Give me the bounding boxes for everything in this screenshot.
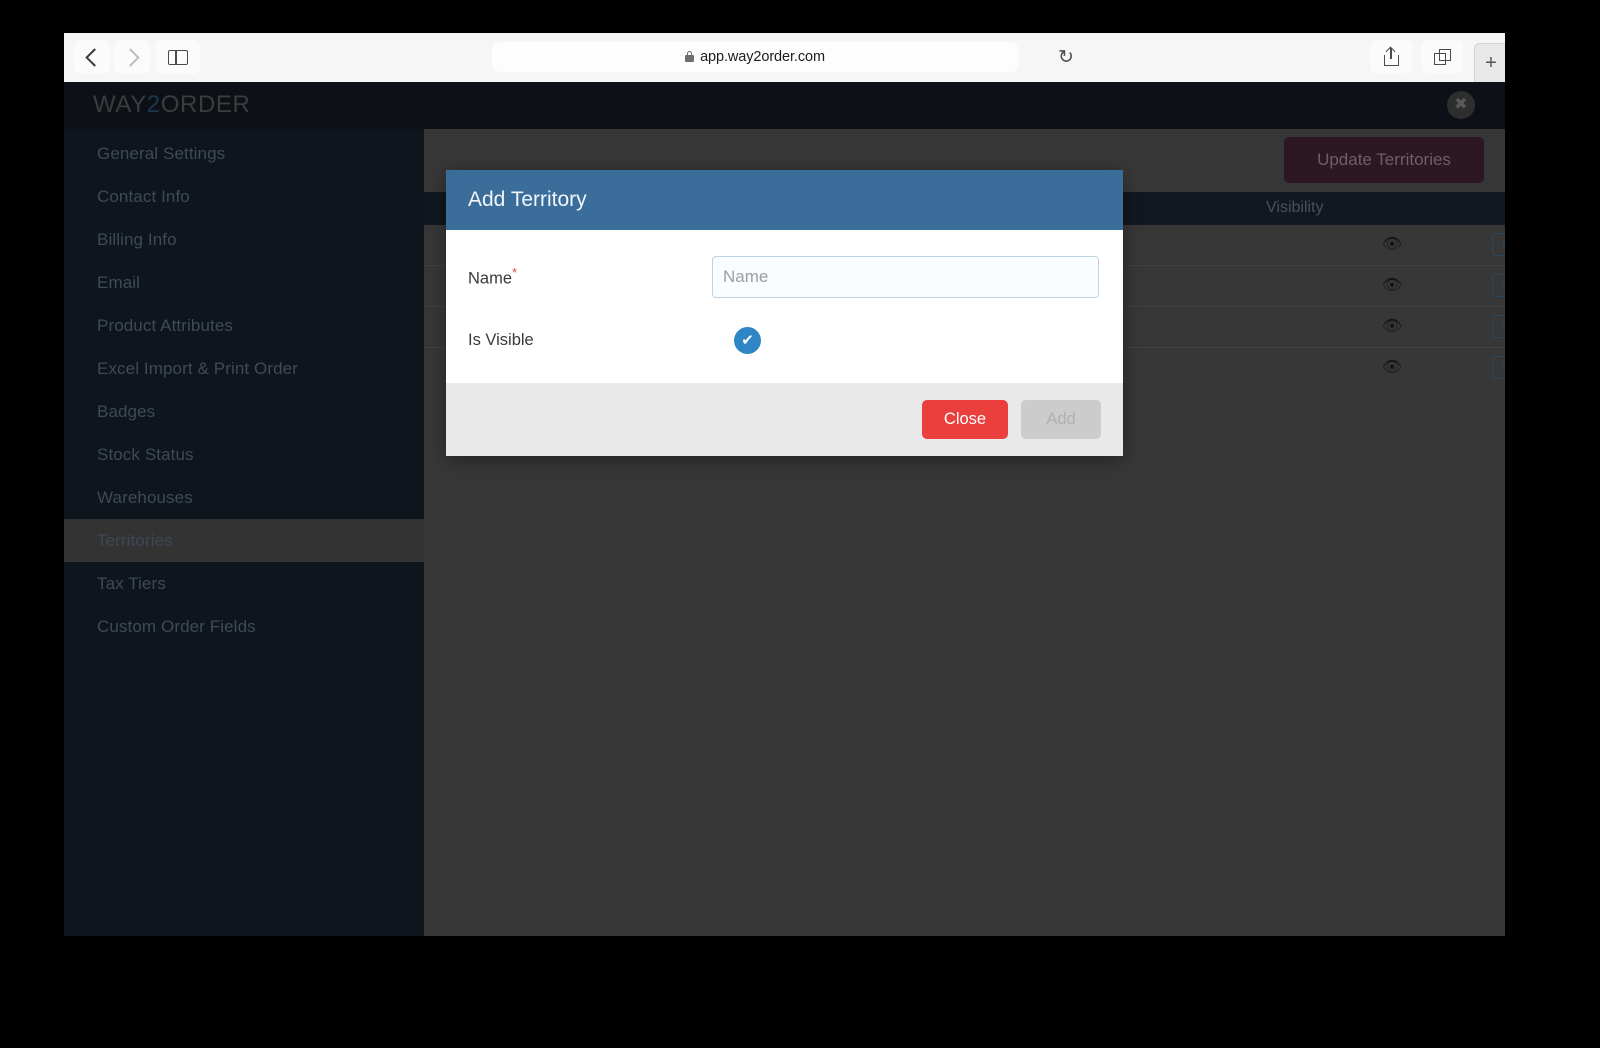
sidebar-item-product-attributes[interactable]: Product Attributes <box>64 304 424 347</box>
logo-suffix: ORDER <box>160 91 251 118</box>
back-button[interactable] <box>74 40 110 74</box>
sidebar-item-excel-import[interactable]: Excel Import & Print Order <box>64 347 424 390</box>
sidebar-item-territories[interactable]: Territories <box>64 519 424 562</box>
sidebar-item-label: Warehouses <box>97 487 193 507</box>
dialog-body: Name* Is Visible ✔ <box>446 230 1123 383</box>
browser-toolbar: app.way2order.com ↻ + <box>64 33 1505 83</box>
update-territories-button[interactable]: Update Territories <box>1284 137 1484 183</box>
sidebar-item-label: Custom Order Fields <box>97 616 256 636</box>
sidebar-item-custom-order-fields[interactable]: Custom Order Fields <box>64 605 424 648</box>
sidebar-item-warehouses[interactable]: Warehouses <box>64 476 424 519</box>
sidebar-item-contact-info[interactable]: Contact Info <box>64 175 424 218</box>
screen-root: app.way2order.com ↻ + WAY2ORDER ✖ Genera… <box>0 0 1600 1048</box>
sidebar-item-tax-tiers[interactable]: Tax Tiers <box>64 562 424 605</box>
logo-accent: 2 <box>146 91 161 118</box>
visibility-eye-icon[interactable]: 👁 <box>1381 360 1403 376</box>
plus-icon: + <box>1485 52 1497 74</box>
address-bar[interactable]: app.way2order.com <box>492 42 1018 72</box>
update-territories-label: Update Territories <box>1317 150 1451 169</box>
tab-overview-icon <box>1433 48 1451 65</box>
dialog-title: Add Territory <box>468 188 587 211</box>
column-header-visibility: Visibility <box>1266 199 1324 216</box>
required-asterisk: * <box>512 265 518 281</box>
url-text: app.way2order.com <box>700 49 825 65</box>
visibility-eye-icon[interactable]: 👁 <box>1381 237 1403 253</box>
form-row-name: Name* <box>468 254 1101 300</box>
form-row-is-visible: Is Visible ✔ <box>468 317 1101 363</box>
sidebar-item-email[interactable]: Email <box>64 261 424 304</box>
sidebar-item-label: Contact Info <box>97 186 190 206</box>
name-input[interactable] <box>712 256 1099 298</box>
back-chevron-icon <box>84 47 104 67</box>
reload-icon: ↻ <box>1058 46 1074 68</box>
sidebar-item-label: Stock Status <box>97 444 194 464</box>
edit-button[interactable]: Edit <box>1492 315 1505 338</box>
sidebar-item-label: Email <box>97 272 141 292</box>
is-visible-label: Is Visible <box>468 330 534 349</box>
share-icon <box>1383 47 1399 66</box>
check-icon: ✔ <box>741 331 754 349</box>
reload-button[interactable]: ↻ <box>1054 45 1078 69</box>
logo-prefix: WAY <box>93 91 147 118</box>
sidebar-item-label: Excel Import & Print Order <box>97 358 298 378</box>
sidebar-item-label: Billing Info <box>97 229 177 249</box>
edit-button[interactable]: Edit <box>1492 356 1505 379</box>
app-logo: WAY2ORDER <box>93 91 250 119</box>
sidebar-item-label: General Settings <box>97 143 226 163</box>
forward-button[interactable] <box>114 40 150 74</box>
edit-button[interactable]: Edit <box>1492 274 1505 297</box>
sidebar-item-label: Badges <box>97 401 156 421</box>
sidebar-item-label: Product Attributes <box>97 315 233 335</box>
edit-button[interactable]: Edit <box>1492 233 1505 256</box>
sidebar-item-label: Territories <box>97 530 173 550</box>
close-glyph: ✖ <box>1454 96 1468 113</box>
sidebar-item-badges[interactable]: Badges <box>64 390 424 433</box>
app-header: WAY2ORDER ✖ <box>64 82 1505 129</box>
share-button[interactable] <box>1370 40 1412 73</box>
settings-sidebar: General Settings Contact Info Billing In… <box>64 129 424 936</box>
close-icon[interactable]: ✖ <box>1447 91 1475 119</box>
forward-chevron-icon <box>120 47 140 67</box>
add-button[interactable]: Add <box>1021 400 1101 439</box>
sidebar-item-general-settings[interactable]: General Settings <box>64 132 424 175</box>
sidebar-toggle-button[interactable] <box>156 40 200 74</box>
name-label: Name* <box>468 265 712 289</box>
lock-icon <box>685 51 695 62</box>
name-label-text: Name <box>468 269 513 288</box>
close-button[interactable]: Close <box>922 400 1008 439</box>
add-territory-dialog: Add Territory Name* Is Visible ✔ <box>446 170 1123 456</box>
dialog-header: Add Territory <box>446 170 1123 230</box>
sidebar-toggle-icon <box>168 49 188 65</box>
visibility-eye-icon[interactable]: 👁 <box>1381 278 1403 294</box>
dialog-footer: Close Add <box>446 383 1123 456</box>
web-page: WAY2ORDER ✖ General Settings Contact Inf… <box>64 82 1505 936</box>
sidebar-item-billing-info[interactable]: Billing Info <box>64 218 424 261</box>
tab-overview-button[interactable] <box>1421 40 1463 73</box>
sidebar-item-stock-status[interactable]: Stock Status <box>64 433 424 476</box>
browser-window: app.way2order.com ↻ + WAY2ORDER ✖ Genera… <box>64 33 1505 936</box>
sidebar-item-label: Tax Tiers <box>97 573 166 593</box>
visibility-eye-icon[interactable]: 👁 <box>1381 319 1403 335</box>
new-tab-button[interactable]: + <box>1474 43 1505 82</box>
is-visible-checkbox[interactable]: ✔ <box>734 326 761 354</box>
